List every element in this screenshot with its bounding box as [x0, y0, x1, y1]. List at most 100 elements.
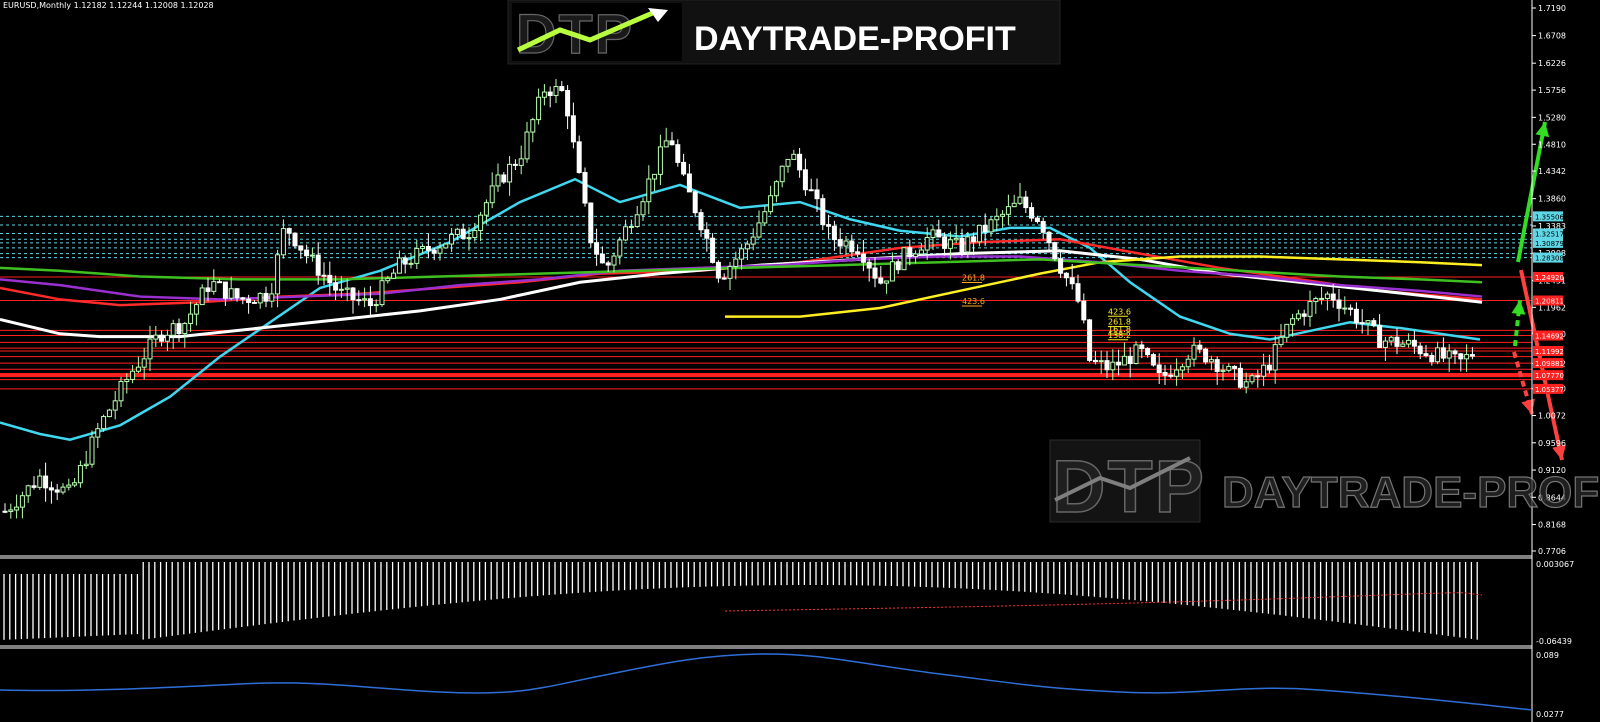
price-tick-label: 1.6708: [1538, 32, 1566, 41]
candle-bear: [1301, 313, 1307, 317]
candle-bull: [95, 428, 101, 438]
candle-bear: [1377, 324, 1383, 348]
candle-bull: [657, 146, 663, 175]
candle-bear: [582, 171, 588, 204]
candle-bear: [686, 173, 692, 193]
candle-bull: [391, 272, 397, 279]
candle-bull: [373, 304, 379, 307]
candle-bear: [1069, 277, 1075, 285]
candle-bull: [130, 370, 136, 380]
candle-bull: [193, 304, 199, 315]
candle-bear: [315, 254, 321, 276]
candle-bear: [704, 229, 710, 239]
candle-bull: [396, 257, 402, 274]
candle-bear: [234, 288, 240, 299]
osc2-tick-bottom: 0.0277: [1536, 710, 1564, 719]
candle-bear: [959, 237, 965, 253]
candle-bear: [971, 236, 977, 243]
red-level-label: 1.05377: [1535, 386, 1564, 394]
candle-bear: [982, 224, 988, 233]
candle-bear: [1145, 348, 1151, 356]
candle-bull: [385, 277, 391, 282]
price-chart[interactable]: 261.8423.6423.6261.8161.8138.2 1.71901.6…: [0, 0, 1600, 722]
candle-bear: [292, 232, 298, 247]
candle-bull: [19, 495, 25, 508]
candle-bull: [773, 181, 779, 197]
candle-bear: [217, 281, 223, 284]
cyan-level-label: 1.32517: [1535, 230, 1564, 238]
candle-bull: [536, 96, 542, 121]
candle-bear: [1081, 300, 1087, 321]
candle-bull: [1307, 301, 1313, 317]
price-tick-label: 1.6226: [1538, 59, 1566, 68]
candle-bull: [1179, 366, 1185, 371]
candle-bull: [211, 281, 217, 292]
candle-bull: [785, 158, 791, 167]
candle-bear: [1168, 374, 1174, 377]
candle-bull: [750, 236, 756, 245]
candle-bull: [153, 334, 159, 340]
candle-bull: [1400, 343, 1406, 347]
candle-bull: [1000, 213, 1006, 217]
candle-bull: [182, 322, 188, 335]
candle-bear: [240, 297, 246, 300]
candle-bull: [530, 119, 536, 133]
candle-bull: [918, 249, 924, 255]
candle-bear: [1127, 355, 1133, 365]
candle-bull: [953, 237, 959, 241]
osc1-tick-top: 0.003067: [1536, 560, 1574, 569]
candle-bear: [263, 292, 269, 302]
candle-bear: [605, 262, 611, 266]
price-tick-label: 1.7190: [1538, 4, 1566, 13]
price-tick-label: 1.3860: [1538, 195, 1566, 204]
candle-bear: [669, 140, 675, 146]
candle-bear: [1330, 293, 1336, 301]
fib-label: 138.2: [1108, 331, 1131, 340]
candle-bull: [77, 465, 83, 484]
candle-bull: [112, 400, 118, 411]
candle-bear: [1116, 361, 1122, 366]
candle-bull: [483, 202, 489, 216]
candle-bull: [1226, 365, 1232, 371]
candle-bull: [72, 482, 78, 486]
candle-bull: [1191, 344, 1197, 360]
candle-bull: [541, 91, 547, 98]
candle-bear: [321, 274, 327, 277]
candle-bear: [1237, 367, 1243, 388]
candle-bear: [1353, 308, 1359, 324]
candle-bull: [1278, 336, 1284, 346]
candle-bear: [599, 253, 605, 264]
candle-bear: [681, 161, 687, 175]
candle-bear: [570, 115, 576, 143]
candle-bear: [1371, 320, 1377, 326]
candle-bull: [646, 178, 652, 203]
candle-bull: [420, 245, 426, 249]
candle-bull: [338, 288, 344, 291]
candle-bull: [1319, 297, 1325, 300]
candle-bull: [623, 226, 629, 241]
candle-bear: [176, 323, 182, 335]
candle-bull: [762, 211, 768, 224]
candle-bull: [89, 436, 95, 465]
candle-bull: [280, 228, 286, 256]
candle-bear: [675, 144, 681, 163]
candle-bull: [37, 475, 43, 488]
price-tick-label: 1.0072: [1538, 412, 1566, 421]
candle-bear: [831, 225, 837, 241]
candle-bull: [640, 201, 646, 216]
price-tick-label: 0.7706: [1538, 547, 1566, 556]
candle-bear: [356, 299, 362, 302]
candle-bull: [1365, 320, 1371, 324]
candle-bull: [901, 247, 907, 271]
candle-bull: [843, 240, 849, 247]
candle-bull: [443, 243, 449, 249]
candle-bull: [524, 131, 530, 160]
candle-bull: [779, 165, 785, 183]
fib-label: 423.6: [1108, 307, 1131, 316]
red-level-label: 1.14692: [1535, 333, 1564, 341]
candle-bull: [1435, 347, 1441, 363]
candle-bear: [808, 189, 814, 192]
candle-bull: [1017, 196, 1023, 204]
candle-bull: [309, 254, 315, 257]
candle-bear: [2, 510, 8, 513]
